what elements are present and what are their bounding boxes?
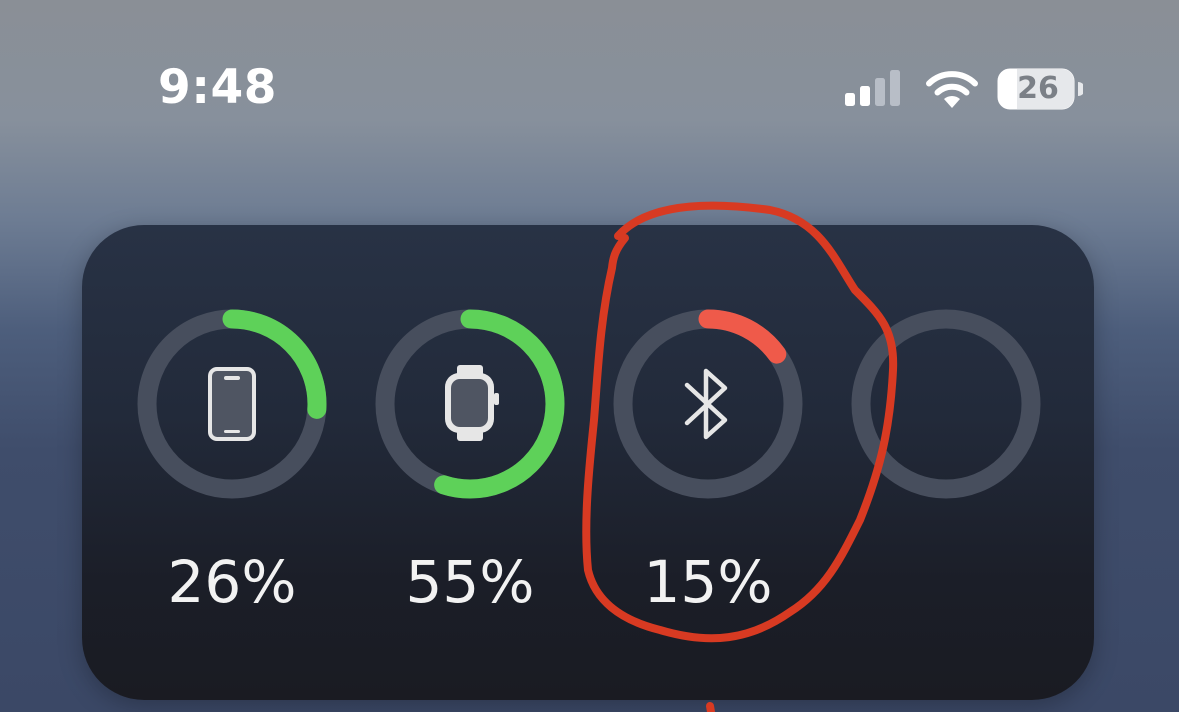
bluetooth-icon (684, 368, 728, 440)
bluetooth-battery-percent: 15% (643, 548, 773, 616)
iphone-battery-percent: 26% (167, 548, 297, 616)
watch-battery-ring (375, 309, 565, 499)
status-bar: 9:48 26 (0, 0, 1179, 170)
empty-battery-ring (851, 309, 1041, 499)
bluetooth-battery-ring (613, 309, 803, 499)
iphone-battery-ring (137, 309, 327, 499)
watch-battery-percent: 55% (405, 548, 535, 616)
status-time: 9:48 (158, 60, 277, 115)
ring-graphic (851, 309, 1041, 499)
battery-percent-label: 26 (1017, 71, 1059, 106)
batteries-widget[interactable]: 26% 55% 15% (82, 225, 1094, 700)
wifi-icon (926, 71, 978, 108)
cellular-signal-icon (845, 70, 900, 106)
apple-watch-icon (445, 365, 499, 441)
iphone-icon (208, 367, 256, 441)
